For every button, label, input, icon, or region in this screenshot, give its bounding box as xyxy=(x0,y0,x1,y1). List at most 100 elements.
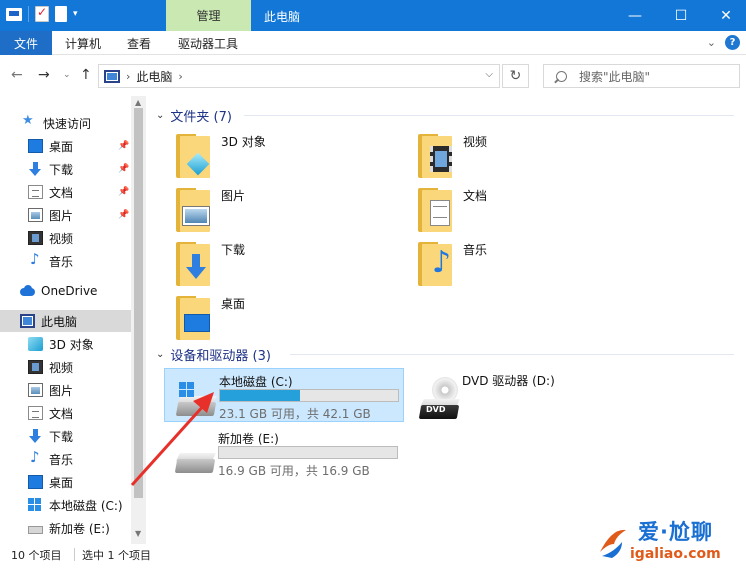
nav-item-label: 音乐 xyxy=(49,254,74,269)
computer-icon xyxy=(20,314,35,328)
folder-name: 桌面 xyxy=(221,297,246,311)
customize-toolbar-chevron-icon[interactable]: ▾ xyxy=(73,9,78,19)
selection-count: 选中 1 个项目 xyxy=(82,549,151,562)
navigation-bar: ← → ⌄ ↑ › 此电脑 › ⌵ ↻ 搜索"此电脑" xyxy=(0,56,746,96)
refresh-button[interactable]: ↻ xyxy=(502,64,529,88)
picture-icon xyxy=(28,208,43,222)
nav-documents[interactable]: 文档 xyxy=(28,402,130,424)
nav-item-label: 音乐 xyxy=(49,452,74,467)
nav-item-label: 图片 xyxy=(49,208,74,223)
folder-downloads[interactable]: 下载 xyxy=(158,238,388,292)
expand-ribbon-chevron-icon[interactable]: ⌄ xyxy=(707,36,716,49)
nav-item-label: 此电脑 xyxy=(41,314,78,329)
folder-name: 下载 xyxy=(221,243,246,257)
drive-free-space: 16.9 GB 可用，共 16.9 GB xyxy=(218,464,370,478)
3d-objects-folder-icon xyxy=(176,134,212,180)
nav-documents-pinned[interactable]: 文档 xyxy=(28,181,130,203)
desktop-icon xyxy=(28,139,43,153)
folder-name: 文档 xyxy=(463,189,488,203)
window-title: 此电脑 xyxy=(264,10,301,24)
back-arrow-icon[interactable]: ← xyxy=(11,67,23,83)
nav-desktop[interactable]: 桌面 xyxy=(28,471,130,493)
nav-onedrive[interactable]: OneDrive xyxy=(20,280,130,302)
nav-videos-quick[interactable]: 视频 xyxy=(28,227,130,249)
breadcrumb-chevron-icon[interactable]: › xyxy=(178,70,182,83)
document-icon xyxy=(28,185,43,199)
nav-item-label: 3D 对象 xyxy=(49,337,94,352)
address-bar[interactable]: › 此电脑 › ⌵ xyxy=(98,64,500,88)
drive-new-volume-e[interactable]: 新加卷 (E:) 16.9 GB 可用，共 16.9 GB xyxy=(164,426,404,480)
drive-local-disk-c[interactable]: 本地磁盘 (C:) 23.1 GB 可用，共 42.1 GB xyxy=(164,368,404,422)
document-icon xyxy=(28,406,43,420)
nav-this-pc[interactable]: 此电脑 xyxy=(0,310,131,332)
tab-computer[interactable]: 计算机 xyxy=(58,31,108,55)
star-icon xyxy=(22,113,37,130)
devices-group-header[interactable]: ⌄ 设备和驱动器 (3) xyxy=(156,344,736,364)
nav-downloads[interactable]: 下载 xyxy=(28,425,130,447)
pin-icon: 📌 xyxy=(118,210,130,220)
drive-usage-bar xyxy=(219,389,399,402)
nav-3d-objects[interactable]: 3D 对象 xyxy=(28,333,130,355)
tab-file[interactable]: 文件 xyxy=(0,31,52,55)
properties-icon[interactable] xyxy=(35,5,49,22)
scroll-down-arrow-icon[interactable]: ▼ xyxy=(135,529,141,538)
manage-context-tab[interactable]: 管理 xyxy=(166,0,251,31)
nav-item-label: 视频 xyxy=(49,231,74,246)
nav-videos[interactable]: 视频 xyxy=(28,356,130,378)
nav-item-label: 视频 xyxy=(49,360,74,375)
desktop-icon xyxy=(28,475,43,489)
breadcrumb-chevron-icon[interactable]: › xyxy=(126,70,130,83)
folder-name: 视频 xyxy=(463,135,488,149)
nav-item-label: 桌面 xyxy=(49,475,74,490)
quick-access-toolbar: ▾ xyxy=(6,5,78,22)
tab-view[interactable]: 查看 xyxy=(118,31,160,55)
folder-music[interactable]: ♪ 音乐 xyxy=(400,238,630,292)
folder-videos[interactable]: 视频 xyxy=(400,130,630,184)
folder-3d-objects[interactable]: 3D 对象 xyxy=(158,130,388,184)
forward-arrow-icon[interactable]: → xyxy=(38,67,50,83)
navigation-pane: 快速访问 桌面 📌 下载 📌 文档 📌 图片 📌 视频 音乐 OneDrive … xyxy=(0,96,146,544)
video-icon xyxy=(28,231,43,245)
watermark: 爱·尬聊 igaliao.com xyxy=(590,512,740,572)
nav-scrollbar-thumb[interactable] xyxy=(134,108,143,498)
nav-music-quick[interactable]: 音乐 xyxy=(28,250,130,272)
recent-locations-chevron-icon[interactable]: ⌄ xyxy=(63,70,71,80)
nav-item-label: 新加卷 (E:) xyxy=(49,521,110,536)
help-icon[interactable]: ? xyxy=(725,35,740,50)
breadcrumb-this-pc[interactable]: 此电脑 xyxy=(136,68,172,85)
downloads-folder-icon xyxy=(176,242,212,288)
ribbon-tabs: 文件 计算机 查看 驱动器工具 ⌄ ? xyxy=(0,31,746,55)
collapse-chevron-icon[interactable]: ⌄ xyxy=(156,110,164,121)
folder-documents[interactable]: 文档 xyxy=(400,184,630,238)
drive-dvd-d[interactable]: DVD DVD 驱动器 (D:) xyxy=(408,368,608,422)
scroll-up-arrow-icon[interactable]: ▲ xyxy=(135,98,141,107)
address-history-chevron-icon[interactable]: ⌵ xyxy=(485,69,493,80)
windows-drive-icon xyxy=(175,378,217,418)
cloud-icon xyxy=(20,284,35,298)
nav-music[interactable]: 音乐 xyxy=(28,448,130,470)
folder-desktop[interactable]: 桌面 xyxy=(158,292,388,346)
nav-item-label: 下载 xyxy=(49,429,74,444)
computer-icon[interactable] xyxy=(6,7,22,21)
minimize-button[interactable]: — xyxy=(612,0,658,31)
maximize-button[interactable]: ☐ xyxy=(658,0,704,31)
collapse-chevron-icon[interactable]: ⌄ xyxy=(156,349,164,360)
nav-local-disk-c[interactable]: 本地磁盘 (C:) xyxy=(28,494,130,516)
new-folder-icon[interactable] xyxy=(55,6,67,22)
nav-new-volume-e[interactable]: 新加卷 (E:) xyxy=(28,517,130,539)
nav-quick-access[interactable]: 快速访问 xyxy=(22,112,130,134)
drive-usage-bar xyxy=(218,446,398,459)
nav-pictures-pinned[interactable]: 图片 xyxy=(28,204,130,226)
close-button[interactable]: ✕ xyxy=(703,0,746,31)
folder-pictures[interactable]: 图片 xyxy=(158,184,388,238)
nav-downloads-pinned[interactable]: 下载 xyxy=(28,158,130,180)
folders-group-header[interactable]: ⌄ 文件夹 (7) xyxy=(156,105,736,125)
search-placeholder: 搜索"此电脑" xyxy=(579,69,651,84)
nav-desktop-pinned[interactable]: 桌面 xyxy=(28,135,130,157)
up-arrow-icon[interactable]: ↑ xyxy=(80,67,92,83)
nav-item-label: 下载 xyxy=(49,162,74,177)
search-input[interactable]: 搜索"此电脑" xyxy=(543,64,740,88)
tab-drive-tools[interactable]: 驱动器工具 xyxy=(170,31,246,55)
drive-icon xyxy=(28,526,43,534)
nav-pictures[interactable]: 图片 xyxy=(28,379,130,401)
